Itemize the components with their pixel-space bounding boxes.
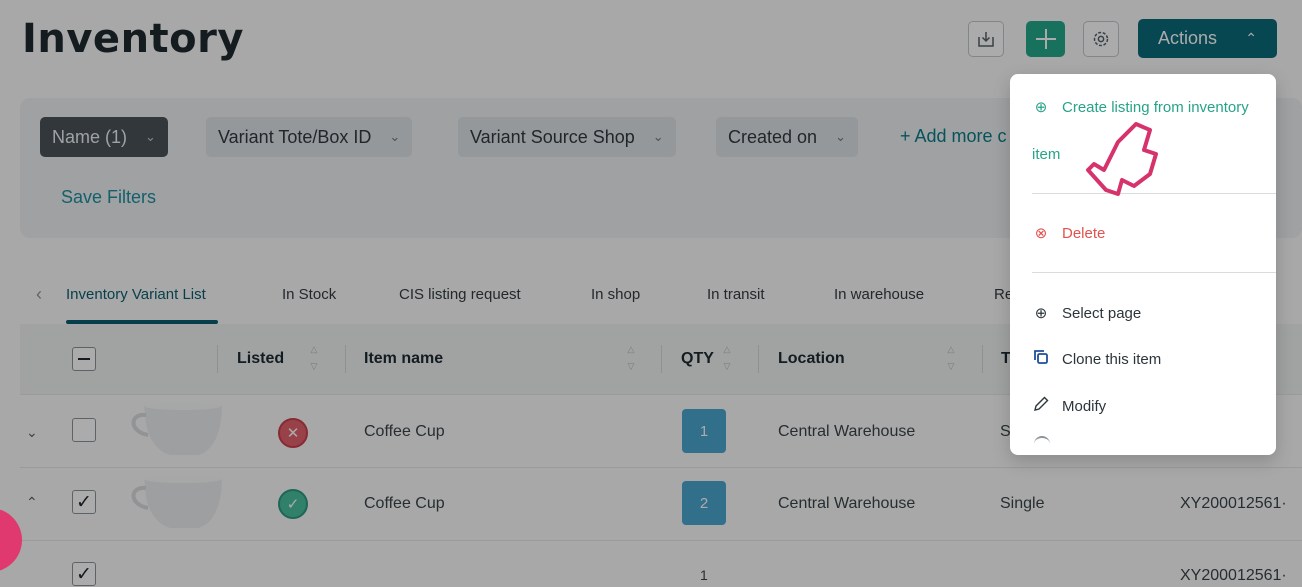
plus-circle-icon: ⊕	[1034, 305, 1048, 322]
modify-label: Modify	[1062, 397, 1107, 415]
select-page-menu-item[interactable]: ⊕ Select page	[1032, 304, 1142, 323]
hand-pointer-icon	[1086, 122, 1158, 196]
create-listing-menu-item[interactable]: ⊕ Create listing from inventory	[1032, 98, 1249, 117]
create-listing-label: Create listing from inventory	[1062, 98, 1249, 116]
delete-menu-item[interactable]: ⊗ Delete	[1032, 224, 1106, 243]
create-listing-label-continued[interactable]: item	[1032, 146, 1060, 163]
modify-menu-item[interactable]: Modify	[1032, 396, 1106, 416]
delete-label: Delete	[1062, 224, 1106, 242]
pencil-icon	[1032, 396, 1050, 416]
clone-item-menu-item[interactable]: Clone this item	[1032, 350, 1161, 368]
plus-circle-icon: ⊕	[1034, 99, 1048, 116]
menu-divider	[1032, 272, 1276, 273]
copy-icon	[1032, 350, 1050, 368]
select-page-label: Select page	[1062, 304, 1142, 322]
x-circle-icon: ⊗	[1034, 225, 1048, 242]
clone-label: Clone this item	[1062, 350, 1162, 368]
more-items-hint	[1034, 436, 1050, 446]
